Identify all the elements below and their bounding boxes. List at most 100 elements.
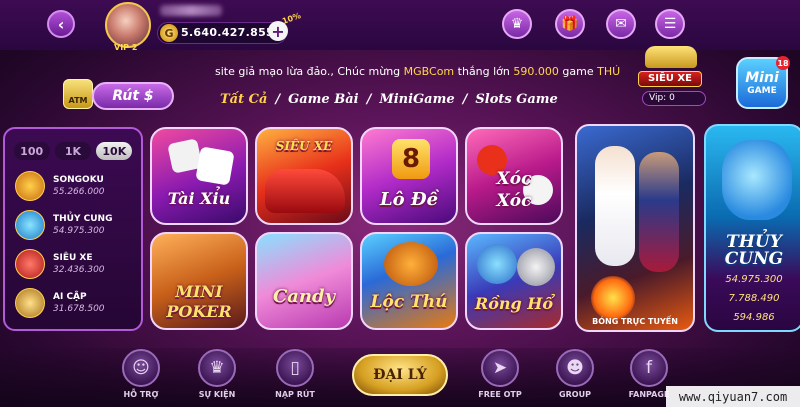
trophy-icon: ♛ — [198, 349, 236, 387]
list-item[interactable]: AI CẬP 31.678.500 — [5, 283, 141, 322]
vip-badge: VIP 2 — [114, 43, 138, 52]
menu-icon: ☰ — [663, 16, 677, 32]
tile-label: CUNG — [724, 249, 784, 269]
game-tile-sieu-xe[interactable]: SIÊU XE — [255, 127, 353, 225]
lb-tab-1k[interactable]: 1K — [54, 142, 91, 160]
mail-icon: ✉ — [615, 16, 627, 32]
game-tile-rong-ho[interactable]: Rồng Hổ — [465, 232, 563, 330]
lb-amount: 31.678.500 — [53, 303, 105, 314]
leaderboard-list: SONGOKU 55.266.000 THỦY CUNG 54.975.300 … — [5, 166, 141, 322]
tile-label: Candy — [272, 286, 336, 307]
lb-name: AI CẬP — [53, 291, 87, 302]
player-figure — [595, 146, 635, 266]
pharaoh-icon — [15, 287, 45, 318]
tab-slots[interactable]: Slots Game — [475, 92, 557, 107]
dice-icon — [195, 146, 235, 186]
lb-amount: 55.266.000 — [53, 186, 105, 197]
agency-button[interactable]: ĐẠI LÝ — [352, 354, 448, 396]
balance-value: 5.640.427.855 — [181, 26, 274, 39]
leaderboard-tabs: 100 1K 10K — [5, 129, 141, 160]
lb-tab-100[interactable]: 100 — [13, 142, 50, 160]
site-watermark: www.qiyuan7.com — [666, 386, 800, 407]
tile-label: POKER — [166, 302, 232, 321]
game-tile-thuy-cung[interactable]: THỦY CUNG 54.975.300 7.788.490 594.986 — [704, 124, 800, 332]
jackpot-value: 594.986 — [733, 312, 775, 323]
nav-free-otp[interactable]: ➤ FREE OTP — [465, 349, 535, 399]
minigame-label-1: Mini — [745, 69, 779, 86]
nav-label: HỖ TRỢ — [123, 390, 159, 399]
tile-label: Rồng Hổ — [474, 294, 554, 313]
back-button[interactable]: ‹ — [47, 10, 75, 38]
lottery-number: 8 — [392, 139, 430, 179]
phone-icon: ▯ — [276, 349, 314, 387]
songoku-icon — [15, 170, 45, 201]
nav-label: GROUP — [559, 390, 591, 399]
jackpot-crown-icon[interactable] — [645, 46, 697, 68]
car-icon — [265, 169, 345, 213]
jackpot-vip: Vip: 0 — [642, 91, 706, 106]
tab-card-games[interactable]: Game Bài — [288, 92, 358, 107]
nav-label: FREE OTP — [478, 390, 522, 399]
tile-label: MINI — [175, 282, 223, 301]
jackpot-title[interactable]: SIÊU XE — [638, 71, 702, 87]
minigame-label-2: GAME — [747, 85, 777, 96]
lb-name: SONGOKU — [53, 174, 104, 185]
game-tile-loc-thu[interactable]: Lộc Thú — [360, 232, 458, 330]
list-item[interactable]: THỦY CUNG 54.975.300 — [5, 205, 141, 244]
game-tile-xoc-xoc[interactable]: Xóc Xóc — [465, 127, 563, 225]
nav-support[interactable]: ☺ HỖ TRỢ — [106, 349, 176, 399]
atm-icon[interactable]: ATM — [63, 79, 93, 109]
shark-icon — [722, 140, 792, 220]
menu-button[interactable]: ☰ — [655, 9, 685, 39]
crown-button[interactable]: ♛ — [502, 9, 532, 39]
tab-all[interactable]: Tất Cả — [220, 92, 267, 107]
jackpot-value: 54.975.300 — [725, 274, 783, 285]
marquee-amount: 590.000 — [513, 65, 559, 78]
marquee-prefix: site giả mạo lừa đảo., Chúc mừng — [215, 65, 404, 78]
marquee-suffix: game — [558, 65, 598, 78]
tiger-icon — [384, 242, 438, 286]
nav-group[interactable]: ☻ GROUP — [540, 349, 610, 399]
gift-icon: 🎁 — [561, 16, 579, 32]
player-figure — [639, 152, 679, 272]
marquee-middle: thắng lớn — [454, 65, 514, 78]
chevron-left-icon: ‹ — [57, 14, 65, 34]
avatar[interactable] — [105, 2, 151, 48]
tab-separator: / — [366, 91, 372, 107]
tile-label: Lô Đề — [379, 189, 439, 210]
list-item[interactable]: SONGOKU 55.266.000 — [5, 166, 141, 205]
nav-events[interactable]: ♛ SỰ KIỆN — [182, 349, 252, 399]
tile-label: Xóc — [496, 169, 532, 189]
gift-button[interactable]: 🎁 — [555, 9, 585, 39]
tile-label: SIÊU XE — [275, 139, 333, 153]
crown-icon: ♛ — [510, 16, 524, 32]
support-icon: ☺ — [122, 349, 160, 387]
game-tile-lo-de[interactable]: 8 Lô Đề — [360, 127, 458, 225]
shark-icon — [15, 209, 45, 240]
marquee-game: THỦY C — [597, 65, 620, 78]
news-marquee: site giả mạo lừa đảo., Chúc mừng MGBCom … — [215, 65, 620, 81]
category-tabs: Tất Cả / Game Bài / MiniGame / Slots Gam… — [220, 90, 600, 108]
game-tile-candy[interactable]: Candy — [255, 232, 353, 330]
lb-name: THỦY CUNG — [53, 213, 113, 224]
tile-label: Lộc Thú — [370, 292, 448, 312]
list-item[interactable]: SIÊU XE 32.436.300 — [5, 244, 141, 283]
lb-amount: 54.975.300 — [53, 225, 105, 236]
lb-tab-10k[interactable]: 10K — [96, 142, 133, 160]
tile-label: Xóc — [496, 191, 532, 211]
tiger-icon — [517, 248, 555, 286]
dragon-icon — [477, 244, 517, 284]
nav-deposit[interactable]: ▯ NẠP RÚT — [260, 349, 330, 399]
game-tile-mini-poker[interactable]: MINI POKER — [150, 232, 248, 330]
tab-minigame[interactable]: MiniGame — [379, 92, 454, 107]
mail-button[interactable]: ✉ — [606, 9, 636, 39]
telegram-icon: ➤ — [481, 349, 519, 387]
username-blurred — [160, 5, 222, 16]
facebook-icon: f — [630, 349, 668, 387]
tile-label: BÓNG TRỰC TUYẾN — [592, 317, 678, 326]
ball-icon — [591, 276, 635, 320]
withdraw-button[interactable]: Rút $ — [92, 82, 174, 110]
game-tile-tai-xiu[interactable]: Tài Xỉu — [150, 127, 248, 225]
game-tile-bong-truc-tuyen[interactable]: BÓNG TRỰC TUYẾN — [575, 124, 695, 332]
minigame-badge: 18 — [776, 56, 790, 70]
